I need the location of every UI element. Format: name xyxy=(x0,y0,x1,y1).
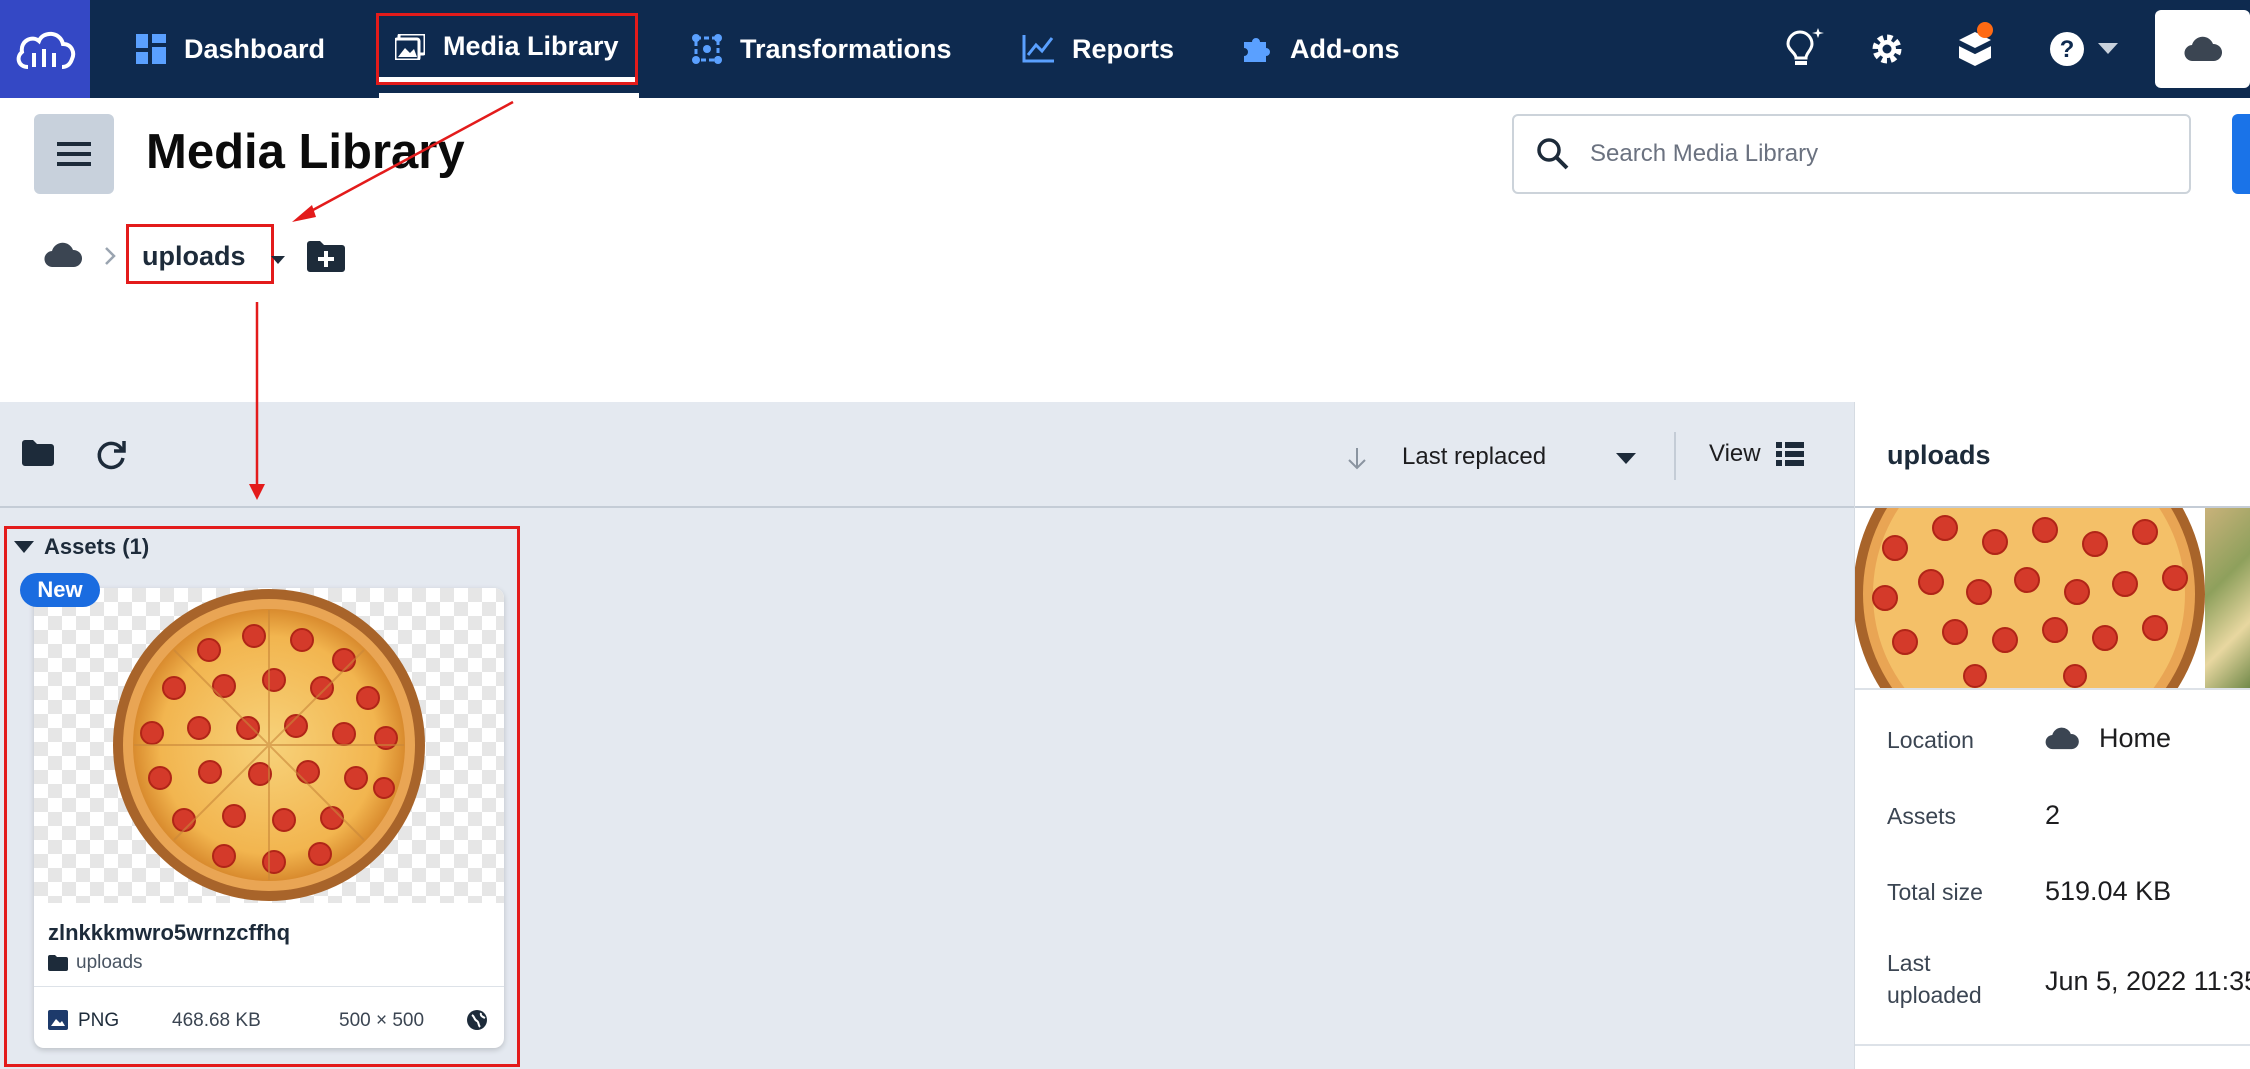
last-uploaded-value: Jun 5, 2022 11:35 xyxy=(2045,966,2250,996)
cloudinary-logo[interactable] xyxy=(0,0,90,98)
sort-select-label[interactable]: Last replaced xyxy=(1402,443,1546,471)
last-uploaded-label-line1: Last xyxy=(1887,950,1931,976)
collapse-triangle-icon xyxy=(14,540,34,553)
help-menu-button[interactable]: ? xyxy=(2048,30,2118,68)
notification-dot xyxy=(1977,22,1993,38)
pizza-image xyxy=(113,589,425,901)
search-input[interactable] xyxy=(1588,139,2148,169)
sort-dropdown-chevron-icon[interactable] xyxy=(1616,452,1636,470)
hamburger-menu-icon xyxy=(57,142,91,166)
menu-toggle-button[interactable] xyxy=(34,114,114,194)
nav-transformations[interactable]: Transformations xyxy=(692,0,952,98)
asset-filename[interactable]: zlnkkkmwro5wrnzcffhq xyxy=(48,920,290,946)
whats-new-box-icon[interactable] xyxy=(1955,22,1995,73)
assets-count-label: Assets xyxy=(1887,803,1957,829)
folder-dropdown-chevron-icon[interactable] xyxy=(271,252,285,270)
details-preview-pizza xyxy=(1855,508,2205,688)
asset-dimensions: 500 × 500 xyxy=(339,1010,425,1031)
public-globe-icon xyxy=(467,1010,487,1030)
transformations-icon xyxy=(692,34,722,64)
last-uploaded-label-line2: uploaded xyxy=(1887,982,1982,1008)
nav-dashboard[interactable]: Dashboard xyxy=(136,0,325,98)
cloud-icon xyxy=(2045,727,2079,750)
details-panel-bottom-divider xyxy=(1855,1044,2250,1046)
nav-dashboard-label: Dashboard xyxy=(184,33,326,64)
nav-reports-label: Reports xyxy=(1072,33,1175,64)
tips-lightbulb-icon[interactable] xyxy=(1784,26,1826,75)
list-view-icon[interactable] xyxy=(1776,442,1804,471)
image-format-icon xyxy=(48,1010,68,1030)
asset-folder: uploads xyxy=(48,952,143,974)
search-box[interactable] xyxy=(1512,114,2191,194)
breadcrumb-home-cloud-icon[interactable] xyxy=(44,242,83,273)
settings-gear-icon[interactable] xyxy=(1868,30,1906,73)
account-cloud-button[interactable] xyxy=(2155,10,2250,88)
reports-chart-icon xyxy=(1022,35,1054,63)
cloud-icon xyxy=(2184,36,2222,62)
chevron-down-icon xyxy=(2098,43,2118,54)
asset-size: 468.68 KB xyxy=(172,1010,261,1031)
puzzle-icon xyxy=(1242,34,1272,64)
card-divider xyxy=(34,986,504,987)
nav-media-library-label: Media Library xyxy=(443,31,619,61)
asset-card[interactable]: zlnkkkmwro5wrnzcffhq uploads PNG 468.68 … xyxy=(34,588,504,1048)
location-label: Location xyxy=(1887,727,1974,753)
refresh-icon[interactable] xyxy=(94,438,128,477)
sort-direction-arrow-icon[interactable] xyxy=(1347,448,1367,475)
nav-transformations-label: Transformations xyxy=(740,33,952,64)
assets-count-value: 2 xyxy=(2045,800,2061,830)
upload-button-edge[interactable] xyxy=(2232,114,2250,194)
svg-text:?: ? xyxy=(2060,36,2075,63)
page-title: Media Library xyxy=(146,125,465,179)
media-library-icon xyxy=(395,33,425,60)
toolbar-divider xyxy=(1674,432,1676,480)
nav-reports[interactable]: Reports xyxy=(1022,0,1174,98)
details-panel-divider-2 xyxy=(1855,688,2250,690)
assets-section-header[interactable]: Assets (1) xyxy=(14,534,149,560)
new-asset-badge: New xyxy=(20,573,100,607)
new-folder-icon[interactable] xyxy=(307,240,345,277)
search-icon xyxy=(1537,138,1569,170)
view-toggle-label[interactable]: View xyxy=(1709,440,1761,468)
active-tab-indicator xyxy=(379,93,639,98)
folder-toggle-icon[interactable] xyxy=(22,440,54,471)
breadcrumb-current-folder[interactable]: uploads xyxy=(142,241,246,272)
total-size-label: Total size xyxy=(1887,879,1983,905)
asset-card-footer: PNG 468.68 KB 500 × 500 xyxy=(34,988,504,1048)
nav-add-ons-label: Add-ons xyxy=(1290,33,1400,64)
details-preview-second-image xyxy=(2205,508,2250,688)
nav-media-library[interactable]: Media Library xyxy=(376,13,638,85)
dashboard-grid-icon xyxy=(136,34,166,64)
top-navigation-bar: Dashboard Media Library Transformations … xyxy=(0,0,2250,98)
assets-section-label: Assets (1) xyxy=(44,534,150,559)
toolbar-divider-line xyxy=(0,506,1854,508)
location-value-text: Home xyxy=(2099,723,2172,753)
folder-icon xyxy=(48,955,68,971)
location-value[interactable]: Home xyxy=(2045,723,2171,754)
total-size-value: 519.04 KB xyxy=(2045,876,2172,906)
cloud-logo-icon xyxy=(16,31,76,69)
asset-folder-label: uploads xyxy=(76,952,143,973)
asset-format: PNG xyxy=(78,1010,120,1031)
nav-add-ons[interactable]: Add-ons xyxy=(1242,0,1399,98)
folder-details-panel: uploads Location Home Assets 2 Total siz… xyxy=(1854,402,2250,1069)
breadcrumb-separator-icon xyxy=(104,246,116,271)
asset-thumbnail[interactable] xyxy=(34,588,504,903)
help-question-icon: ? xyxy=(2050,32,2084,66)
details-panel-title: uploads xyxy=(1887,440,1991,470)
